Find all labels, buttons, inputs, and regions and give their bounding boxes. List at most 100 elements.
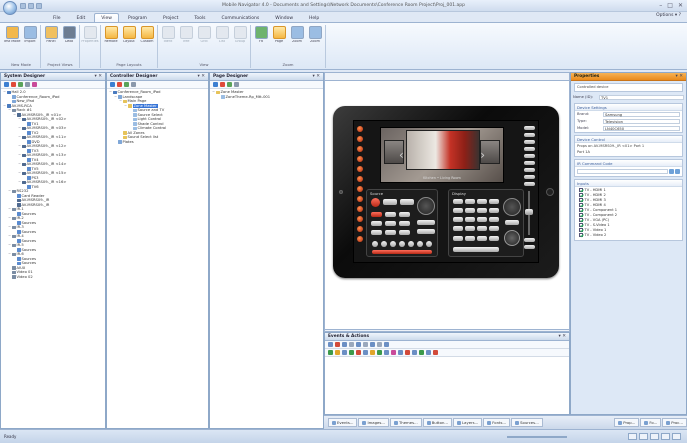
layout-icon[interactable] xyxy=(672,433,681,440)
rail-button[interactable] xyxy=(523,133,535,137)
toolbar-icon[interactable] xyxy=(384,350,389,355)
toolbar-icon[interactable] xyxy=(349,350,354,355)
bottom-tab-button[interactable]: Button... xyxy=(422,418,453,427)
display-key[interactable] xyxy=(477,199,487,204)
toolbar-icon[interactable] xyxy=(398,350,403,355)
checkbox[interactable] xyxy=(579,198,583,202)
remote-key[interactable] xyxy=(417,229,435,234)
zone-button[interactable] xyxy=(357,136,363,142)
zone-button[interactable] xyxy=(357,206,363,212)
display-key[interactable] xyxy=(453,199,463,204)
ribbon-tab-program[interactable]: Program xyxy=(121,13,154,22)
expand-toggle-icon[interactable]: − xyxy=(8,189,11,194)
expand-toggle-icon[interactable]: − xyxy=(18,144,21,149)
expand-toggle-icon[interactable]: − xyxy=(114,95,117,100)
fit-button[interactable]: Fit xyxy=(253,26,269,60)
display-key[interactable] xyxy=(489,208,499,213)
properties-tab[interactable]: Prop... xyxy=(614,418,640,427)
bottom-tab-sources[interactable]: Sources... xyxy=(511,418,543,427)
pane-pin-icon[interactable]: ▾ ✕ xyxy=(313,73,320,81)
zoom-slider[interactable] xyxy=(507,436,567,438)
zone-button[interactable] xyxy=(357,226,363,232)
brand-field[interactable]: Samsung xyxy=(603,111,680,117)
remote-key[interactable] xyxy=(371,212,382,217)
remote-key[interactable] xyxy=(381,241,387,247)
rail-button[interactable] xyxy=(523,161,535,165)
rail-button[interactable] xyxy=(523,182,535,186)
volume-slider[interactable] xyxy=(525,191,533,235)
input-checkbox-row[interactable]: TV - Video 2 xyxy=(575,233,682,238)
zoom-button[interactable]: Zoom xyxy=(307,26,323,60)
remote-button[interactable]: Remote xyxy=(103,26,119,60)
bottom-tab-images[interactable]: Images... xyxy=(358,418,389,427)
expand-toggle-icon[interactable]: − xyxy=(8,225,11,230)
display-key[interactable] xyxy=(465,217,475,222)
power-button[interactable] xyxy=(371,198,380,207)
expand-toggle-icon[interactable]: − xyxy=(8,207,11,212)
toolbar-icon[interactable] xyxy=(335,350,340,355)
zone-button[interactable] xyxy=(357,156,363,162)
display-key[interactable] xyxy=(489,199,499,204)
filter-icon[interactable] xyxy=(234,82,239,87)
display-key[interactable] xyxy=(477,226,487,231)
chevron-left-icon[interactable]: ‹ xyxy=(399,148,404,162)
maximize-button[interactable]: □ xyxy=(667,2,673,9)
toolbar-icon[interactable] xyxy=(377,350,382,355)
ribbon-tab-help[interactable]: Help xyxy=(302,13,326,22)
display-key[interactable] xyxy=(465,226,475,231)
add-icon[interactable] xyxy=(213,82,218,87)
expand-toggle-icon[interactable]: − xyxy=(3,104,6,109)
expand-toggle-icon[interactable]: − xyxy=(18,117,21,122)
display-key[interactable] xyxy=(453,208,463,213)
bottom-tab-fonts[interactable]: Fonts... xyxy=(483,418,511,427)
minimize-button[interactable]: – xyxy=(659,2,662,9)
toolbar-icon[interactable] xyxy=(377,342,382,347)
rail-button[interactable] xyxy=(523,126,535,130)
ribbon-tab-file[interactable]: File xyxy=(46,13,68,22)
application-button[interactable] xyxy=(3,1,17,15)
ribbon-tab-communications[interactable]: Communications xyxy=(214,13,266,22)
zone-button[interactable] xyxy=(357,216,363,222)
custom-button[interactable]: Custom xyxy=(139,26,155,60)
layout-button[interactable]: Layout xyxy=(121,26,137,60)
zone-button[interactable] xyxy=(357,126,363,132)
display-key[interactable] xyxy=(465,199,475,204)
checkbox[interactable] xyxy=(579,228,583,232)
properties-tab[interactable]: Fo... xyxy=(640,418,662,427)
rail-button[interactable] xyxy=(523,238,535,242)
zone-button[interactable] xyxy=(357,186,363,192)
expand-toggle-icon[interactable]: − xyxy=(18,153,21,158)
checkbox[interactable] xyxy=(579,188,583,192)
zone-button[interactable] xyxy=(357,196,363,202)
remote-key[interactable] xyxy=(385,212,396,217)
refresh-icon[interactable] xyxy=(124,82,129,87)
display-dpad[interactable] xyxy=(503,198,521,216)
zoom-button[interactable]: Zoom xyxy=(289,26,305,60)
toolbar-icon[interactable] xyxy=(342,350,347,355)
expand-toggle-icon[interactable]: − xyxy=(109,90,112,95)
toolbar-icon[interactable] xyxy=(328,342,333,347)
expand-toggle-icon[interactable]: − xyxy=(18,135,21,140)
zone-button[interactable] xyxy=(357,146,363,152)
ir-command-header[interactable]: IR Command Code xyxy=(575,159,682,167)
edit-icon[interactable] xyxy=(675,168,680,174)
zone-button[interactable] xyxy=(357,166,363,172)
expand-toggle-icon[interactable]: − xyxy=(8,252,11,257)
rail-button[interactable] xyxy=(523,147,535,151)
rail-button[interactable] xyxy=(523,245,535,249)
name-field[interactable]: TV1 xyxy=(599,94,684,100)
expand-toggle-icon[interactable]: − xyxy=(8,216,11,221)
add-icon[interactable] xyxy=(110,82,115,87)
layout-icon[interactable] xyxy=(639,433,648,440)
list-button[interactable]: List xyxy=(214,26,230,60)
refresh-icon[interactable] xyxy=(227,82,232,87)
toolbar-icon[interactable] xyxy=(370,350,375,355)
expand-toggle-icon[interactable]: − xyxy=(13,113,16,118)
rail-button[interactable] xyxy=(523,175,535,179)
rail-button[interactable] xyxy=(523,140,535,144)
ribbon-tab-tools[interactable]: Tools xyxy=(187,13,212,22)
toolbar-icon[interactable] xyxy=(349,342,354,347)
bottom-tab-layers[interactable]: Layers... xyxy=(453,418,483,427)
toolbar-icon[interactable] xyxy=(391,350,396,355)
dpad[interactable] xyxy=(417,197,435,215)
